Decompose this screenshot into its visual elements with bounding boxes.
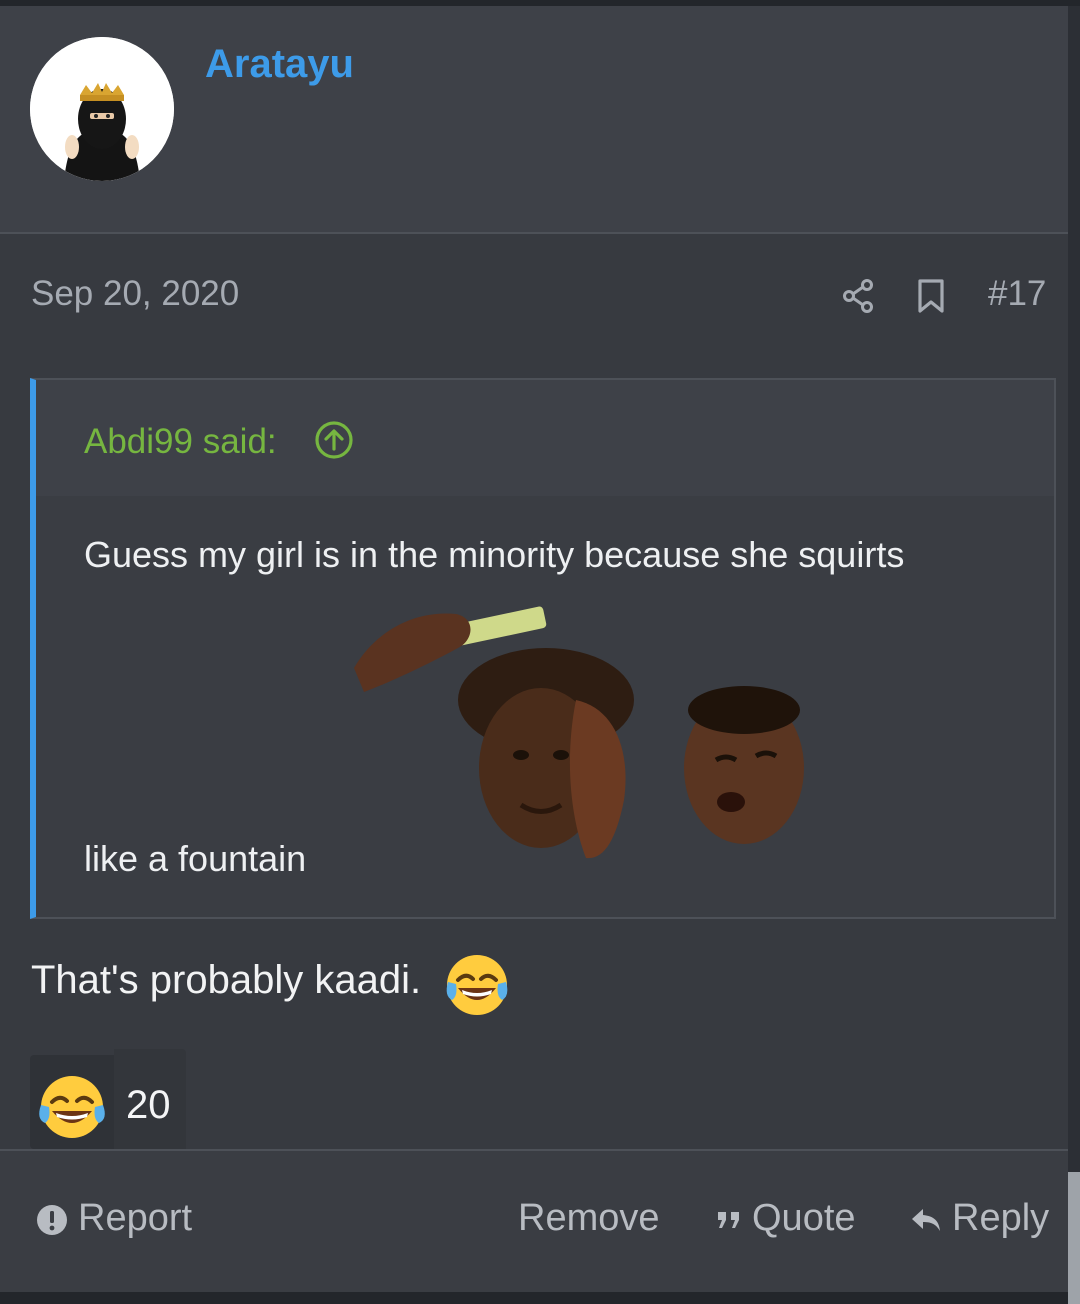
reply-label: Reply	[952, 1197, 1050, 1239]
quote-label: Quote	[752, 1197, 856, 1239]
post-user-block: Aratayu	[0, 6, 1068, 234]
remove-button[interactable]: Remove	[518, 1197, 660, 1240]
joy-emoji-icon	[39, 1076, 105, 1138]
post-date[interactable]: Sep 20, 2020	[31, 274, 239, 314]
post-number-link[interactable]: #17	[988, 274, 1046, 314]
bottom-edge	[0, 1292, 1068, 1304]
remove-label: Remove	[518, 1197, 660, 1239]
scrollbar-thumb[interactable]	[1068, 1172, 1080, 1304]
alert-icon	[37, 1204, 67, 1235]
bookmark-icon[interactable]	[915, 278, 947, 314]
report-label: Report	[78, 1197, 193, 1239]
post-body-text: That's probably kaadi.	[31, 958, 422, 1002]
joy-emoji-icon	[446, 955, 508, 1015]
meme-sticker-image	[354, 606, 804, 859]
quote-button[interactable]: Quote	[716, 1197, 856, 1240]
quote-text-line: Guess my girl is in the minority because…	[84, 534, 905, 575]
post-action-bar: Report Remove Quote Reply	[0, 1149, 1068, 1294]
go-to-quote-arrow-icon[interactable]	[314, 420, 354, 460]
quote-marks-icon	[718, 1211, 739, 1228]
avatar-illustration	[30, 37, 174, 181]
share-icon[interactable]	[842, 278, 874, 314]
forum-post: Aratayu Sep 20, 2020 #17 Abdi99 said: Gu…	[0, 6, 1068, 1294]
quote-block: Abdi99 said: Guess my girl is in the min…	[30, 378, 1056, 919]
quote-text-line: like a fountain	[84, 838, 307, 879]
quote-author-link[interactable]: Abdi99 said:	[84, 422, 277, 462]
report-button[interactable]: Report	[36, 1197, 192, 1240]
reaction-summary[interactable]: 20	[30, 1049, 186, 1153]
user-avatar[interactable]	[30, 37, 174, 181]
quote-header: Abdi99 said:	[36, 380, 1054, 496]
reaction-count: 20	[126, 1083, 171, 1127]
reply-arrow-icon	[912, 1208, 940, 1231]
username-link[interactable]: Aratayu	[205, 42, 354, 87]
reply-button[interactable]: Reply	[910, 1197, 1049, 1240]
